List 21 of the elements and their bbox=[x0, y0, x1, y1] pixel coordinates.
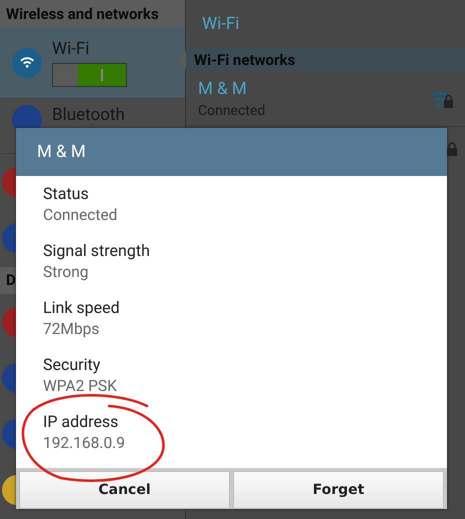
field-label: Link speed bbox=[43, 298, 121, 317]
field-value: Connected bbox=[43, 206, 118, 224]
dialog-button[interactable]: Cancel bbox=[19, 471, 230, 509]
field-label: Signal strength bbox=[43, 241, 151, 260]
dialog-title: M & M bbox=[16, 128, 447, 176]
lock-icon bbox=[447, 142, 457, 156]
field-value: 192.168.0.9 bbox=[43, 434, 126, 452]
field-label: IP address bbox=[43, 412, 120, 431]
section-header: Wireless and networks bbox=[0, 0, 185, 28]
field-value: 72Mbps bbox=[43, 320, 100, 338]
pane-title: Wi-Fi bbox=[201, 13, 240, 36]
selection-pointer bbox=[176, 51, 186, 69]
section-header: Wi-Fi networks bbox=[186, 48, 465, 72]
settings-row[interactable]: Wi-Fi bbox=[0, 27, 185, 99]
field-value: WPA2 PSK bbox=[43, 377, 118, 395]
field-label: Status bbox=[43, 184, 90, 203]
settings-label: Wi-Fi bbox=[52, 38, 90, 59]
network-name: M & M bbox=[198, 79, 248, 99]
dialog-button[interactable]: Forget bbox=[233, 471, 444, 509]
field-label: Security bbox=[43, 355, 102, 374]
toggle-switch[interactable] bbox=[52, 62, 127, 87]
